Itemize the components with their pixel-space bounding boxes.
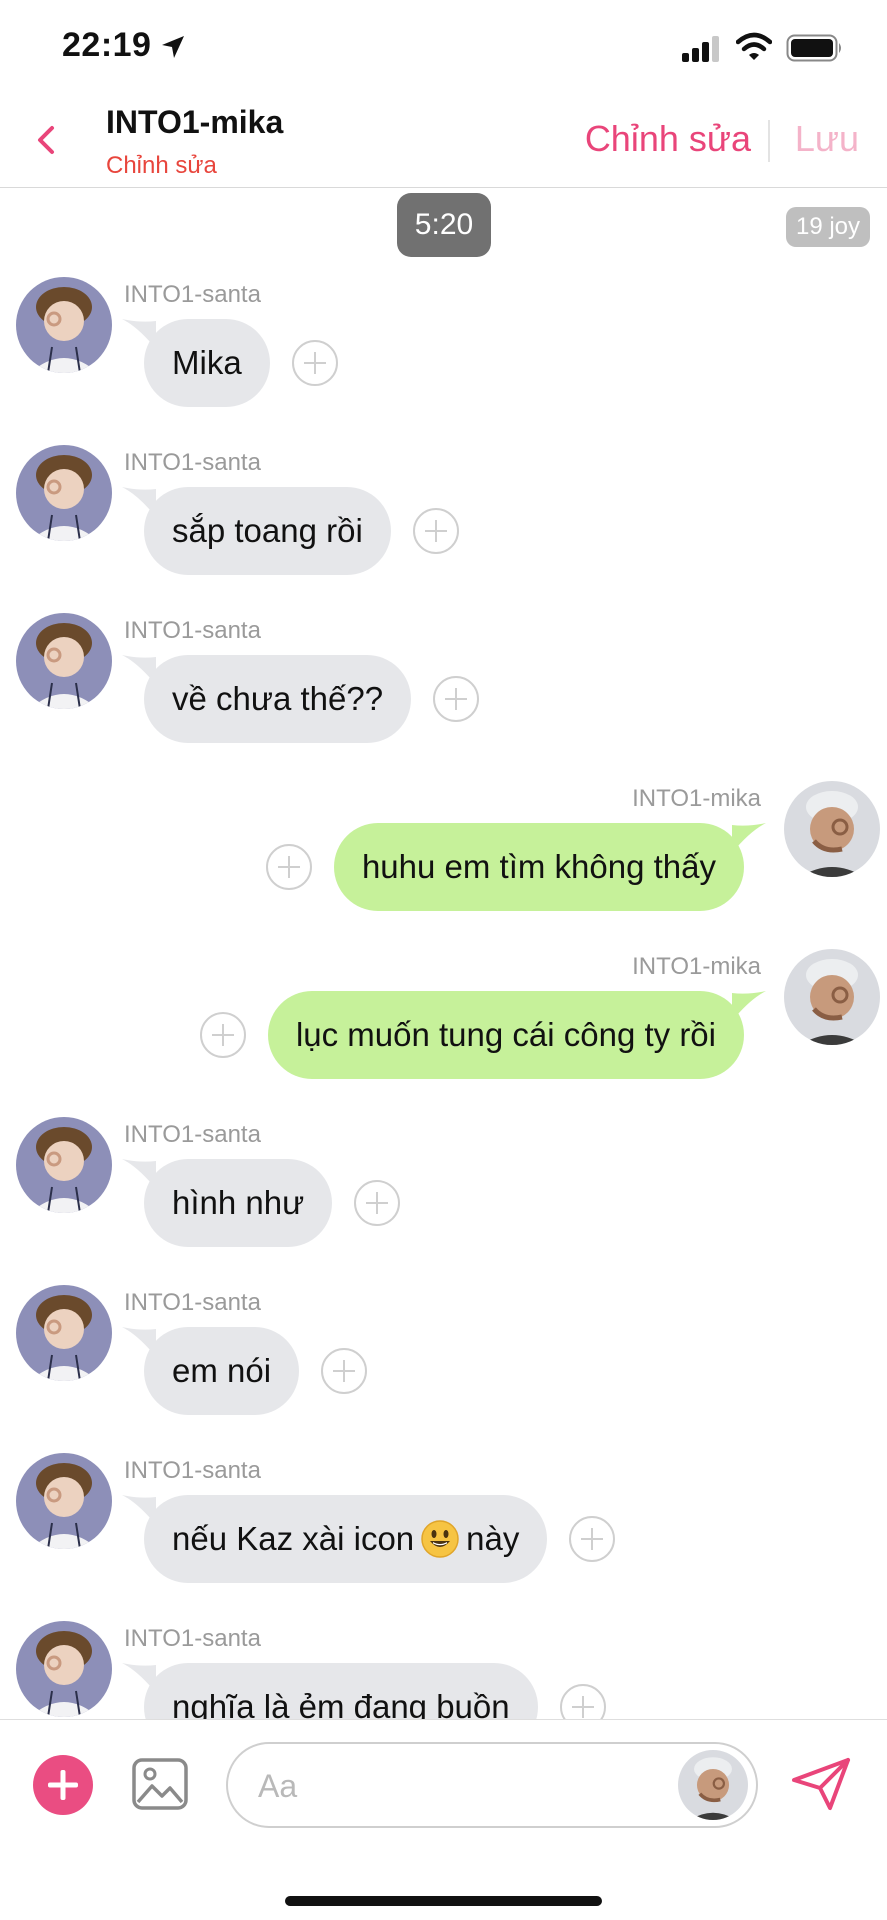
bubble-row: em nói bbox=[122, 1327, 368, 1415]
bubble-tail bbox=[122, 1159, 156, 1189]
message-text: về chưa thế?? bbox=[172, 680, 384, 717]
message-row: INTO1-santa Mika bbox=[0, 277, 887, 437]
sender-name: INTO1-santa bbox=[124, 281, 261, 308]
sender-name: INTO1-santa bbox=[124, 1289, 261, 1316]
message-text: em nói bbox=[172, 1352, 272, 1389]
message-bubble[interactable]: Mika bbox=[122, 319, 270, 407]
bubble-tail bbox=[732, 823, 766, 853]
message-bubble[interactable]: huhu em tìm không thấy bbox=[333, 823, 766, 911]
bubble-row: lục muốn tung cái công ty rồi bbox=[199, 991, 766, 1079]
bubble-row: sắp toang rồi bbox=[122, 487, 459, 575]
header-divider bbox=[768, 120, 770, 162]
avatar[interactable] bbox=[678, 1750, 748, 1820]
bubble-tail bbox=[122, 1327, 156, 1357]
message-text: huhu em tìm không thấy bbox=[361, 848, 716, 885]
message-input-box[interactable] bbox=[226, 1742, 758, 1828]
message-row: INTO1-santa nếu Kaz xài icon này bbox=[0, 1453, 887, 1613]
add-reaction-button[interactable] bbox=[559, 1684, 606, 1719]
message-bubble[interactable]: nếu Kaz xài icon này bbox=[122, 1495, 548, 1583]
sender-name: INTO1-mika bbox=[632, 953, 761, 980]
bubble-tail bbox=[732, 991, 766, 1021]
avatar[interactable] bbox=[16, 1621, 112, 1717]
message-text: lục muốn tung cái công ty rồi bbox=[295, 1016, 716, 1053]
add-reaction-button[interactable] bbox=[199, 1012, 246, 1058]
bubble-row: huhu em tìm không thấy bbox=[265, 823, 766, 911]
add-reaction-button[interactable] bbox=[569, 1516, 616, 1562]
avatar[interactable] bbox=[16, 277, 112, 373]
bubble-row: nếu Kaz xài icon này bbox=[122, 1495, 616, 1583]
message-bubble[interactable]: hình như bbox=[122, 1159, 333, 1247]
wifi-icon bbox=[736, 32, 772, 60]
message-text: nếu Kaz xài icon bbox=[172, 1520, 415, 1557]
home-indicator bbox=[285, 1896, 602, 1906]
message-bubble[interactable]: nghĩa là ẻm đang buồn bbox=[122, 1663, 538, 1719]
avatar[interactable] bbox=[16, 1285, 112, 1381]
message-text: hình như bbox=[172, 1184, 305, 1221]
bubble-row: Mika bbox=[122, 319, 338, 407]
status-bar: 22:19 bbox=[0, 0, 887, 96]
bubble-row: về chưa thế?? bbox=[122, 655, 480, 743]
location-arrow-icon bbox=[162, 36, 184, 58]
chat-header: INTO1-mika Chỉnh sửa Chỉnh sửa Lưu bbox=[0, 96, 887, 188]
message-row: INTO1-mika lục muốn tung cái công ty rồi bbox=[0, 949, 887, 1109]
message-bubble[interactable]: lục muốn tung cái công ty rồi bbox=[267, 991, 766, 1079]
message-row: INTO1-santa em nói bbox=[0, 1285, 887, 1445]
add-reaction-button[interactable] bbox=[321, 1348, 368, 1394]
bubble-tail bbox=[122, 487, 156, 517]
send-icon[interactable] bbox=[790, 1756, 852, 1812]
timestamp-pill: 5:20 bbox=[397, 193, 491, 257]
message-text: Mika bbox=[172, 344, 242, 381]
bubble-row: hình như bbox=[122, 1159, 401, 1247]
message-text: này bbox=[466, 1520, 520, 1557]
message-bubble[interactable]: em nói bbox=[122, 1327, 300, 1415]
chat-area[interactable]: 5:20 19 joy INTO1-santa Mika INTO1-santa… bbox=[0, 189, 887, 1719]
sender-name: INTO1-santa bbox=[124, 1121, 261, 1148]
bubble-tail bbox=[122, 319, 156, 349]
battery-icon bbox=[786, 34, 841, 62]
message-row: INTO1-santa hình như bbox=[0, 1117, 887, 1277]
chat-subtitle: Chỉnh sửa bbox=[106, 152, 217, 179]
message-row: INTO1-mika huhu em tìm không thấy bbox=[0, 781, 887, 941]
avatar[interactable] bbox=[16, 445, 112, 541]
bubble-tail bbox=[122, 1663, 156, 1693]
add-reaction-button[interactable] bbox=[354, 1180, 401, 1226]
image-icon[interactable] bbox=[130, 1754, 190, 1814]
add-reaction-button[interactable] bbox=[291, 340, 338, 386]
status-time: 22:19 bbox=[62, 26, 152, 64]
avatar[interactable] bbox=[16, 1117, 112, 1213]
joy-counter-badge: 19 joy bbox=[786, 207, 870, 247]
smiley-emoji-icon bbox=[421, 1520, 459, 1558]
save-button[interactable]: Lưu bbox=[795, 118, 859, 160]
plus-icon[interactable] bbox=[33, 1755, 93, 1815]
composer-bar bbox=[0, 1719, 887, 1920]
avatar[interactable] bbox=[784, 781, 880, 877]
sender-name: INTO1-mika bbox=[632, 785, 761, 812]
avatar[interactable] bbox=[784, 949, 880, 1045]
message-row: INTO1-santa nghĩa là ẻm đang buồn bbox=[0, 1621, 887, 1719]
chat-title: INTO1-mika bbox=[106, 104, 284, 140]
avatar[interactable] bbox=[16, 1453, 112, 1549]
edit-button[interactable]: Chỉnh sửa bbox=[585, 118, 751, 160]
sender-name: INTO1-santa bbox=[124, 617, 261, 644]
message-bubble[interactable]: về chưa thế?? bbox=[122, 655, 412, 743]
bubble-tail bbox=[122, 655, 156, 685]
bubble-tail bbox=[122, 1495, 156, 1525]
cellular-signal-icon bbox=[682, 36, 719, 62]
sender-name: INTO1-santa bbox=[124, 1457, 261, 1484]
add-reaction-button[interactable] bbox=[265, 844, 312, 890]
add-reaction-button[interactable] bbox=[412, 508, 459, 554]
message-bubble[interactable]: sắp toang rồi bbox=[122, 487, 391, 575]
sender-name: INTO1-santa bbox=[124, 449, 261, 476]
sender-name: INTO1-santa bbox=[124, 1625, 261, 1652]
message-input[interactable] bbox=[258, 1764, 658, 1808]
chevron-left-icon[interactable] bbox=[30, 118, 64, 162]
message-text: nghĩa là ẻm đang buồn bbox=[172, 1688, 510, 1719]
add-reaction-button[interactable] bbox=[433, 676, 480, 722]
message-row: INTO1-santa về chưa thế?? bbox=[0, 613, 887, 773]
message-text: sắp toang rồi bbox=[172, 512, 363, 549]
message-row: INTO1-santa sắp toang rồi bbox=[0, 445, 887, 605]
bubble-row: nghĩa là ẻm đang buồn bbox=[122, 1663, 606, 1719]
avatar[interactable] bbox=[16, 613, 112, 709]
